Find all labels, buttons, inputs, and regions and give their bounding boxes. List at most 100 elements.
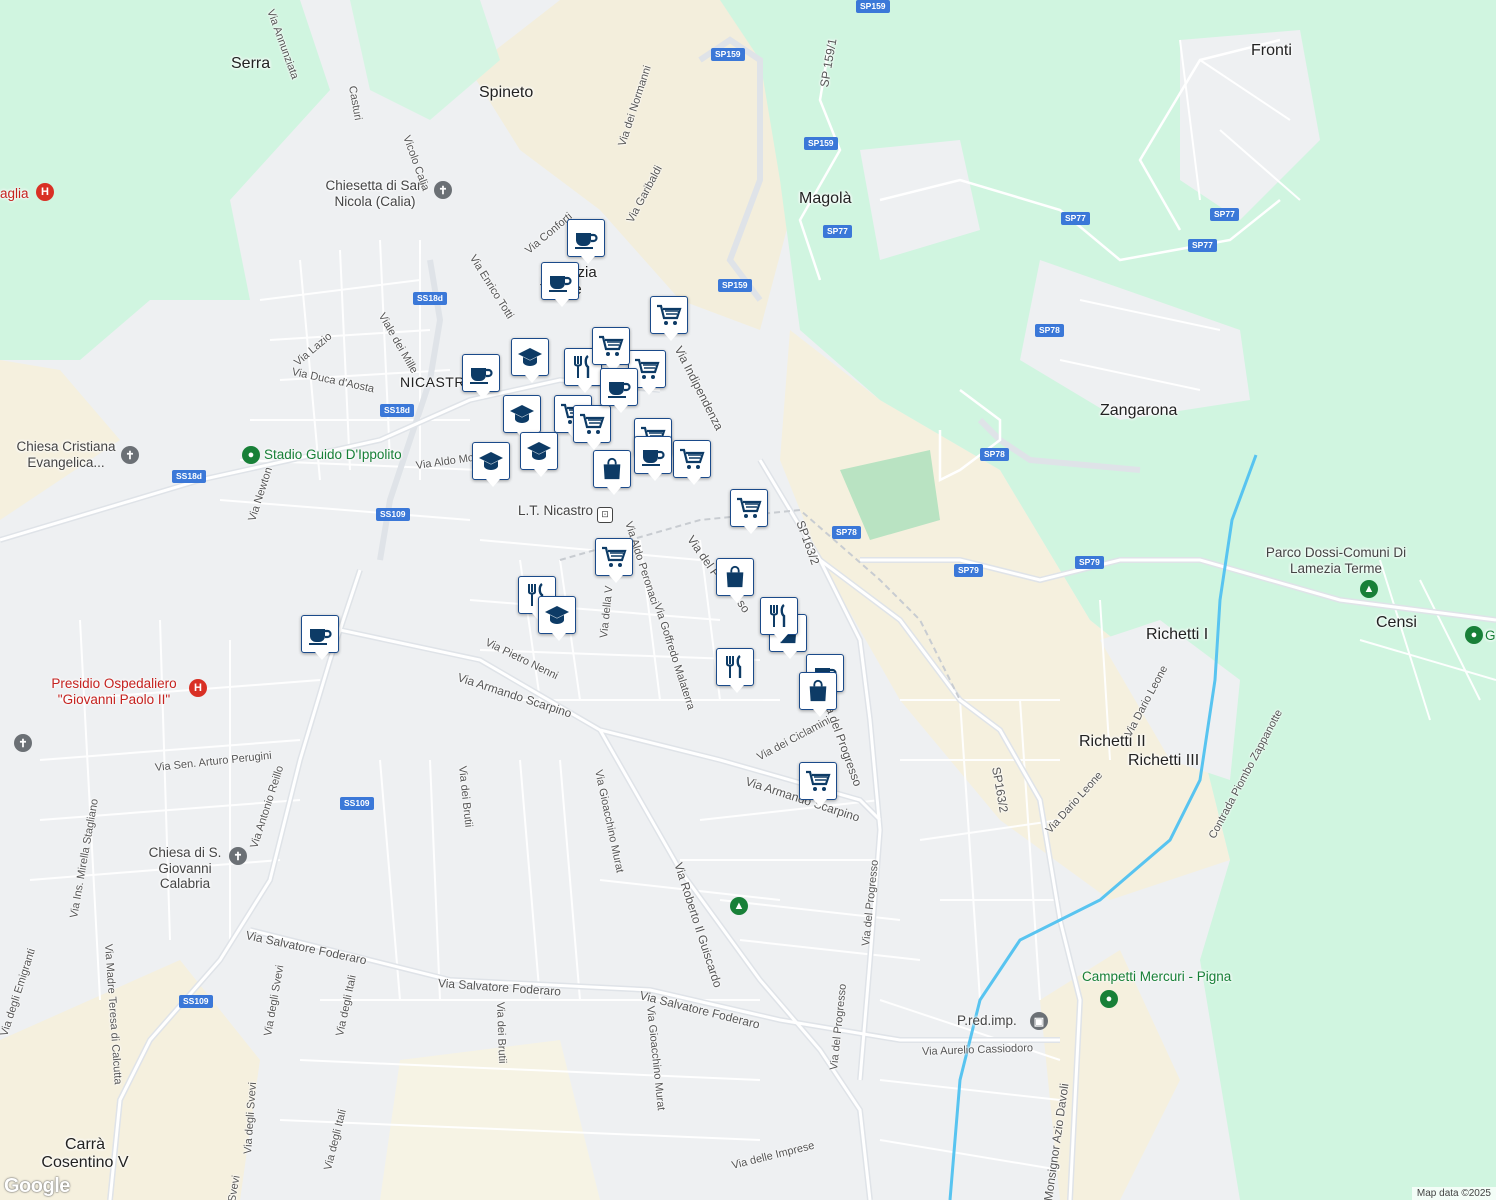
cafe-marker[interactable] bbox=[301, 615, 339, 660]
grocery-marker[interactable] bbox=[592, 327, 630, 372]
road-shield: SP78 bbox=[980, 448, 1009, 461]
grocery-icon bbox=[580, 413, 605, 434]
poi-label-chiesetta: Chiesetta di San Nicola (Calia) bbox=[325, 178, 425, 209]
cafe-icon bbox=[608, 382, 631, 398]
shopping-icon bbox=[726, 565, 744, 588]
shopping-icon bbox=[809, 679, 827, 702]
road-shield: SP77 bbox=[1210, 208, 1239, 221]
place-label-richetti-3: Richetti III bbox=[1128, 752, 1200, 769]
place-label-serra: Serra bbox=[231, 55, 271, 72]
cafe-icon bbox=[470, 368, 493, 384]
cafe-marker[interactable] bbox=[634, 436, 672, 481]
education-marker[interactable] bbox=[511, 338, 549, 383]
tree-icon: ▲ bbox=[1360, 580, 1378, 598]
road-shield: SP77 bbox=[1188, 239, 1217, 252]
grocery-icon bbox=[657, 304, 682, 325]
building-icon: ▣ bbox=[1030, 1012, 1048, 1030]
cross-icon: ✝ bbox=[434, 181, 452, 199]
poi-label-stadio: Stadio Guido D'Ippolito bbox=[264, 447, 402, 462]
place-label-spineto: Spineto bbox=[479, 84, 534, 101]
cross-icon: ✝ bbox=[121, 446, 139, 464]
restaurant-marker[interactable] bbox=[716, 648, 754, 693]
cafe-marker[interactable] bbox=[541, 262, 579, 307]
poi-label-lt-nicastro: L.T. Nicastro ⊡ bbox=[518, 503, 614, 523]
road-shield: SS109 bbox=[340, 797, 374, 810]
education-marker[interactable] bbox=[503, 395, 541, 440]
cafe-icon bbox=[549, 276, 572, 292]
cafe-marker[interactable] bbox=[567, 219, 605, 264]
grocery-marker[interactable] bbox=[799, 762, 837, 807]
road-shield: SP77 bbox=[823, 225, 852, 238]
poi-label-chiesa-sgiovanni: Chiesa di S. Giovanni Calabria bbox=[148, 845, 222, 892]
poi-label-parco-dossi: Parco Dossi-Comuni Di Lamezia Terme bbox=[1265, 545, 1407, 576]
shopping-marker[interactable] bbox=[716, 558, 754, 603]
education-icon bbox=[545, 606, 569, 624]
education-icon bbox=[479, 452, 503, 470]
grocery-icon bbox=[806, 770, 831, 791]
road-shield: SP77 bbox=[1061, 212, 1090, 225]
place-label-carra: Carrà Cosentino V bbox=[41, 1136, 129, 1172]
grocery-icon bbox=[602, 546, 627, 567]
hospital-icon: H bbox=[189, 679, 207, 697]
shopping-marker[interactable] bbox=[593, 450, 631, 495]
poi-label-edge: G bbox=[1485, 628, 1496, 643]
road-label: Via dei Brutii bbox=[494, 1001, 509, 1064]
poi-label-presidio: Presidio Ospedaliero "Giovanni Paolo II" bbox=[51, 676, 177, 707]
education-icon bbox=[518, 348, 542, 366]
road-shield: SP78 bbox=[832, 526, 861, 539]
poi-label-pred: P.red.imp. bbox=[957, 1013, 1017, 1028]
education-marker[interactable] bbox=[520, 432, 558, 477]
grocery-icon bbox=[599, 335, 624, 356]
sports-icon: ● bbox=[1100, 990, 1118, 1008]
road-shield: SS18d bbox=[172, 470, 206, 483]
cafe-icon bbox=[642, 450, 665, 466]
map-canvas[interactable]: Serra Spineto Magolà Fronti Zangarona NI… bbox=[0, 0, 1496, 1200]
road-shield: SP159 bbox=[804, 137, 838, 150]
place-label-richetti-2: Richetti II bbox=[1079, 733, 1146, 750]
poi-label-campetti: Campetti Mercuri - Pigna bbox=[1082, 969, 1232, 984]
road-shield: SP78 bbox=[1035, 324, 1064, 337]
poi-label-chiesa-cristiana: Chiesa Cristiana Evangelica... bbox=[16, 439, 116, 470]
road-shield: SP159 bbox=[856, 0, 890, 13]
grocery-icon bbox=[737, 497, 762, 518]
shopping-marker[interactable] bbox=[799, 672, 837, 717]
road-shield: SP159 bbox=[718, 279, 752, 292]
road-shield: SS18d bbox=[413, 292, 447, 305]
grocery-marker[interactable] bbox=[673, 440, 711, 485]
place-label-fronti: Fronti bbox=[1251, 42, 1292, 59]
place-label-zangarona: Zangarona bbox=[1100, 402, 1178, 419]
google-logo: Google bbox=[4, 1175, 70, 1197]
shopping-icon bbox=[603, 457, 621, 480]
grocery-marker[interactable] bbox=[573, 405, 611, 450]
cafe-marker[interactable] bbox=[600, 368, 638, 413]
education-marker[interactable] bbox=[538, 596, 576, 641]
road-shield: SS18d bbox=[380, 404, 414, 417]
restaurant-icon bbox=[726, 655, 742, 678]
restaurant-icon bbox=[770, 604, 786, 627]
map-attribution[interactable]: Map data ©2025 bbox=[1411, 1187, 1496, 1200]
education-marker[interactable] bbox=[472, 442, 510, 487]
tree-icon: ▲ bbox=[730, 897, 748, 915]
grocery-marker[interactable] bbox=[730, 489, 768, 534]
grocery-marker[interactable] bbox=[650, 296, 688, 341]
cafe-icon bbox=[575, 233, 598, 249]
road-shield: SP159 bbox=[711, 48, 745, 61]
grocery-marker[interactable] bbox=[595, 538, 633, 583]
road-shield: SP79 bbox=[1075, 556, 1104, 569]
place-label-censi: Censi bbox=[1376, 614, 1417, 631]
road-shield: SP79 bbox=[954, 564, 983, 577]
road-shield: SS109 bbox=[179, 995, 213, 1008]
stadium-icon: ● bbox=[242, 446, 260, 464]
cafe-marker[interactable] bbox=[462, 354, 500, 399]
cafe-icon bbox=[309, 629, 332, 645]
road-shield: SS109 bbox=[376, 508, 410, 521]
cross-icon: ✝ bbox=[14, 734, 32, 752]
education-icon bbox=[527, 442, 551, 460]
place-label-magola: Magolà bbox=[799, 190, 852, 207]
hospital-icon: H bbox=[36, 183, 54, 201]
cross-icon: ✝ bbox=[229, 847, 247, 865]
place-label-richetti-1: Richetti I bbox=[1146, 626, 1209, 643]
restaurant-marker[interactable] bbox=[760, 597, 798, 642]
sports-icon: ● bbox=[1465, 626, 1483, 644]
grocery-icon bbox=[680, 448, 705, 469]
